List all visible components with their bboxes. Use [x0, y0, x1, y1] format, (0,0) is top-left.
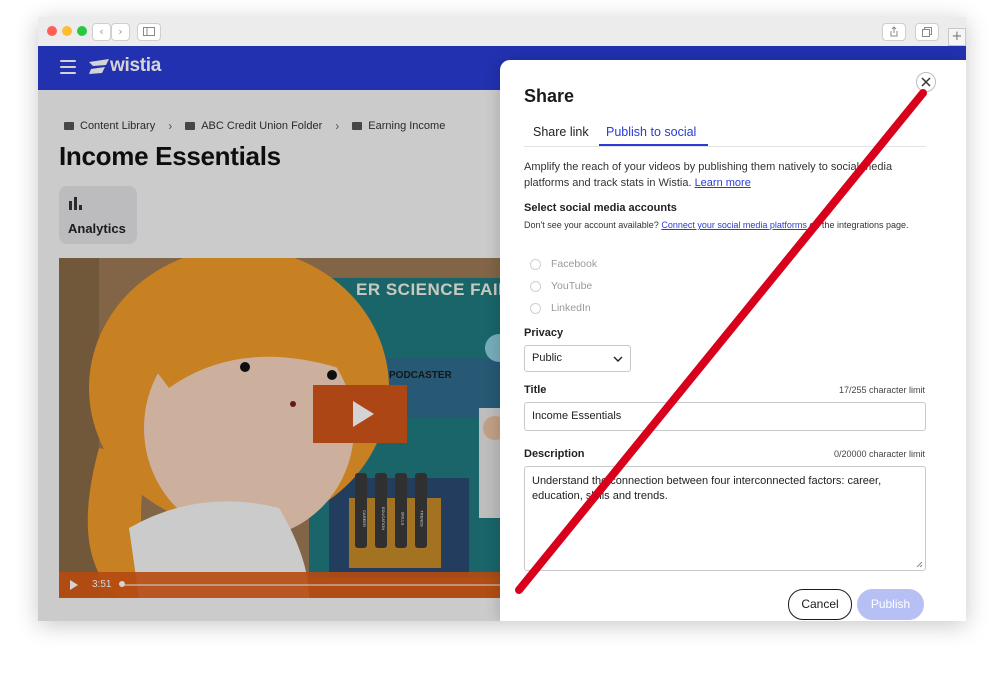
red-slash-annotation	[515, 89, 927, 594]
